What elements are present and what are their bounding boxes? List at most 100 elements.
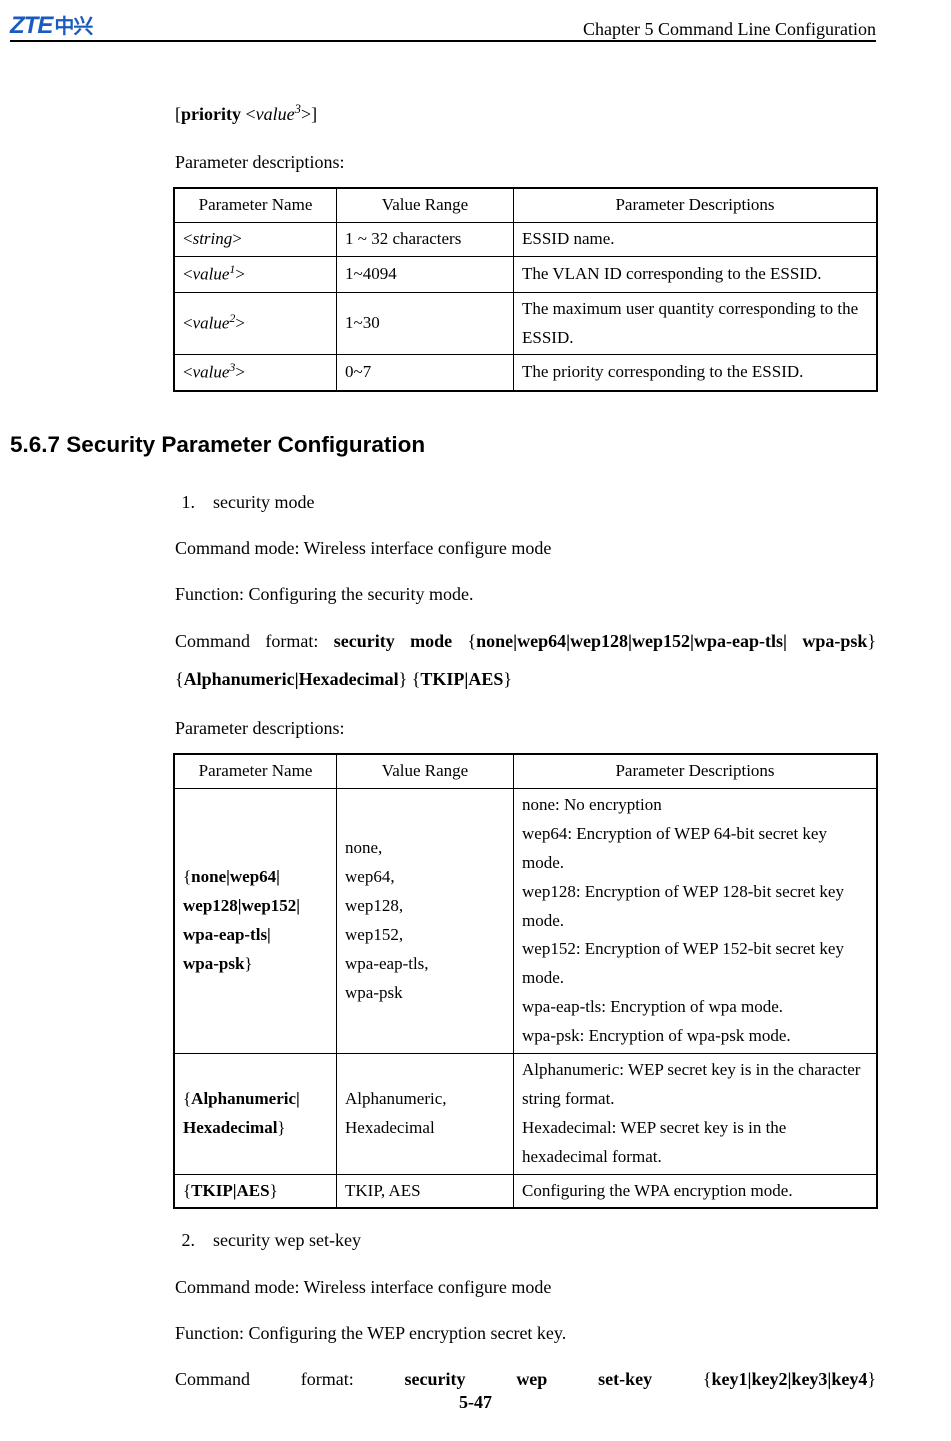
brace: } {	[399, 669, 421, 689]
gt: >	[232, 229, 242, 248]
section-heading: 5.6.7 Security Parameter Configuration	[10, 424, 876, 467]
cell-desc: The priority corresponding to the ESSID.	[514, 355, 878, 391]
cell-name: {TKIP|AES}	[174, 1174, 337, 1208]
brace: }	[503, 669, 512, 689]
list-title: security wep set-key	[213, 1223, 361, 1257]
cmd-opts: key1|key2|key3|key4	[712, 1369, 868, 1389]
brace: {	[452, 631, 476, 651]
list-item-1: 1. security mode	[175, 485, 876, 519]
table-row: {Alphanumeric| Hexadecimal} Alphanumeric…	[174, 1054, 877, 1175]
th-name: Parameter Name	[174, 188, 337, 222]
param-name: value	[193, 314, 230, 333]
cell-range: 1~4094	[337, 257, 514, 293]
cmd-opts-group: {key1|key2|key3|key4}	[703, 1369, 876, 1389]
list-number: 1.	[175, 485, 195, 519]
cell-range: 0~7	[337, 355, 514, 391]
cmd-kw: wep	[516, 1369, 547, 1389]
brace-close: }	[277, 1118, 285, 1137]
list-number: 2.	[175, 1223, 195, 1257]
parameter-table-1: Parameter Name Value Range Parameter Des…	[173, 187, 878, 392]
lt: <	[183, 314, 193, 333]
cmd-kw: security mode	[334, 631, 452, 651]
cell-desc: none: No encryption wep64: Encryption of…	[514, 789, 878, 1054]
logo: ZTE中兴	[10, 10, 92, 40]
command-format-1: Command format: security mode {none|wep6…	[175, 623, 876, 699]
cmd-kw: security	[405, 1369, 466, 1389]
table-row: <value3> 0~7 The priority corresponding …	[174, 355, 877, 391]
th-name: Parameter Name	[174, 754, 337, 788]
cmd-opts-1b: wpa-psk	[802, 631, 867, 651]
param-desc-label-2: Parameter descriptions:	[175, 711, 876, 745]
list-item-2: 2. security wep set-key	[175, 1223, 876, 1257]
table-row: <value2> 1~30 The maximum user quantity …	[174, 292, 877, 355]
cmd-word: format:	[301, 1369, 354, 1389]
table-row: {TKIP|AES} TKIP, AES Configuring the WPA…	[174, 1174, 877, 1208]
cmd-opts-3: TKIP|AES	[420, 669, 503, 689]
lt: <	[183, 229, 193, 248]
priority-syntax: [priority <value3>]	[175, 97, 876, 131]
cmd-word: Command	[175, 1369, 250, 1389]
chapter-title: Chapter 5 Command Line Configuration	[583, 19, 876, 40]
function-2: Function: Configuring the WEP encryption…	[175, 1316, 876, 1350]
brace-open: {	[183, 867, 191, 886]
parameter-table-2: Parameter Name Value Range Parameter Des…	[173, 753, 878, 1209]
brace: {	[703, 1369, 712, 1389]
gt: >	[235, 314, 245, 333]
cmd-prefix: Command format:	[175, 631, 334, 651]
bracket-close: >]	[301, 104, 317, 124]
logo-text-cn: 中兴	[54, 10, 92, 39]
cell-desc: ESSID name.	[514, 223, 878, 257]
param-name: value	[193, 363, 230, 382]
cell-range: 1 ~ 32 characters	[337, 223, 514, 257]
brace-open: {	[183, 1089, 191, 1108]
param-name: string	[193, 229, 233, 248]
cell-range: TKIP, AES	[337, 1174, 514, 1208]
cell-name: <value2>	[174, 292, 337, 355]
cell-range: Alphanumeric, Hexadecimal	[337, 1054, 514, 1175]
table-row: <string> 1 ~ 32 characters ESSID name.	[174, 223, 877, 257]
cell-name: {Alphanumeric| Hexadecimal}	[174, 1054, 337, 1175]
brace-close: }	[270, 1181, 278, 1200]
priority-value: value	[256, 104, 295, 124]
function-1: Function: Configuring the security mode.	[175, 577, 876, 611]
opt: Alphanumeric|	[191, 1089, 300, 1108]
th-range: Value Range	[337, 188, 514, 222]
lt: <	[183, 363, 193, 382]
th-desc: Parameter Descriptions	[514, 754, 878, 788]
cell-name: <value3>	[174, 355, 337, 391]
opt: none|wep64|	[191, 867, 280, 886]
table-row: <value1> 1~4094 The VLAN ID correspondin…	[174, 257, 877, 293]
table-header-row: Parameter Name Value Range Parameter Des…	[174, 188, 877, 222]
logo-text-zte: ZTE	[10, 12, 52, 40]
opt: wpa-eap-tls|	[183, 925, 271, 944]
opt: wep128|wep152|	[183, 896, 300, 915]
priority-keyword: priority	[181, 104, 241, 124]
table-header-row: Parameter Name Value Range Parameter Des…	[174, 754, 877, 788]
th-range: Value Range	[337, 754, 514, 788]
page-number: 5-47	[0, 1392, 951, 1413]
gt: >	[235, 265, 245, 284]
command-mode-1: Command mode: Wireless interface configu…	[175, 531, 876, 565]
command-mode-2: Command mode: Wireless interface configu…	[175, 1270, 876, 1304]
cell-desc: Alphanumeric: WEP secret key is in the c…	[514, 1054, 878, 1175]
cell-range: none, wep64, wep128, wep152, wpa-eap-tls…	[337, 789, 514, 1054]
cell-name: <string>	[174, 223, 337, 257]
cell-name: <value1>	[174, 257, 337, 293]
cell-desc: The VLAN ID corresponding to the ESSID.	[514, 257, 878, 293]
brace: }	[867, 1369, 876, 1389]
cell-desc: Configuring the WPA encryption mode.	[514, 1174, 878, 1208]
gt: >	[235, 363, 245, 382]
cmd-kw: set-key	[598, 1369, 652, 1389]
opt: Hexadecimal	[183, 1118, 277, 1137]
cell-name: {none|wep64| wep128|wep152| wpa-eap-tls|…	[174, 789, 337, 1054]
brace-close: }	[244, 954, 252, 973]
param-name: value	[193, 265, 230, 284]
cell-desc: The maximum user quantity corresponding …	[514, 292, 878, 355]
cmd-opts-1: none|wep64|wep128|wep152|wpa-eap-tls|	[476, 631, 787, 651]
opt: TKIP|AES	[191, 1181, 269, 1200]
angle-open: <	[241, 104, 256, 124]
brace-open: {	[183, 1181, 191, 1200]
cmd-opts-2: Alphanumeric|Hexadecimal	[184, 669, 399, 689]
lt: <	[183, 265, 193, 284]
th-desc: Parameter Descriptions	[514, 188, 878, 222]
